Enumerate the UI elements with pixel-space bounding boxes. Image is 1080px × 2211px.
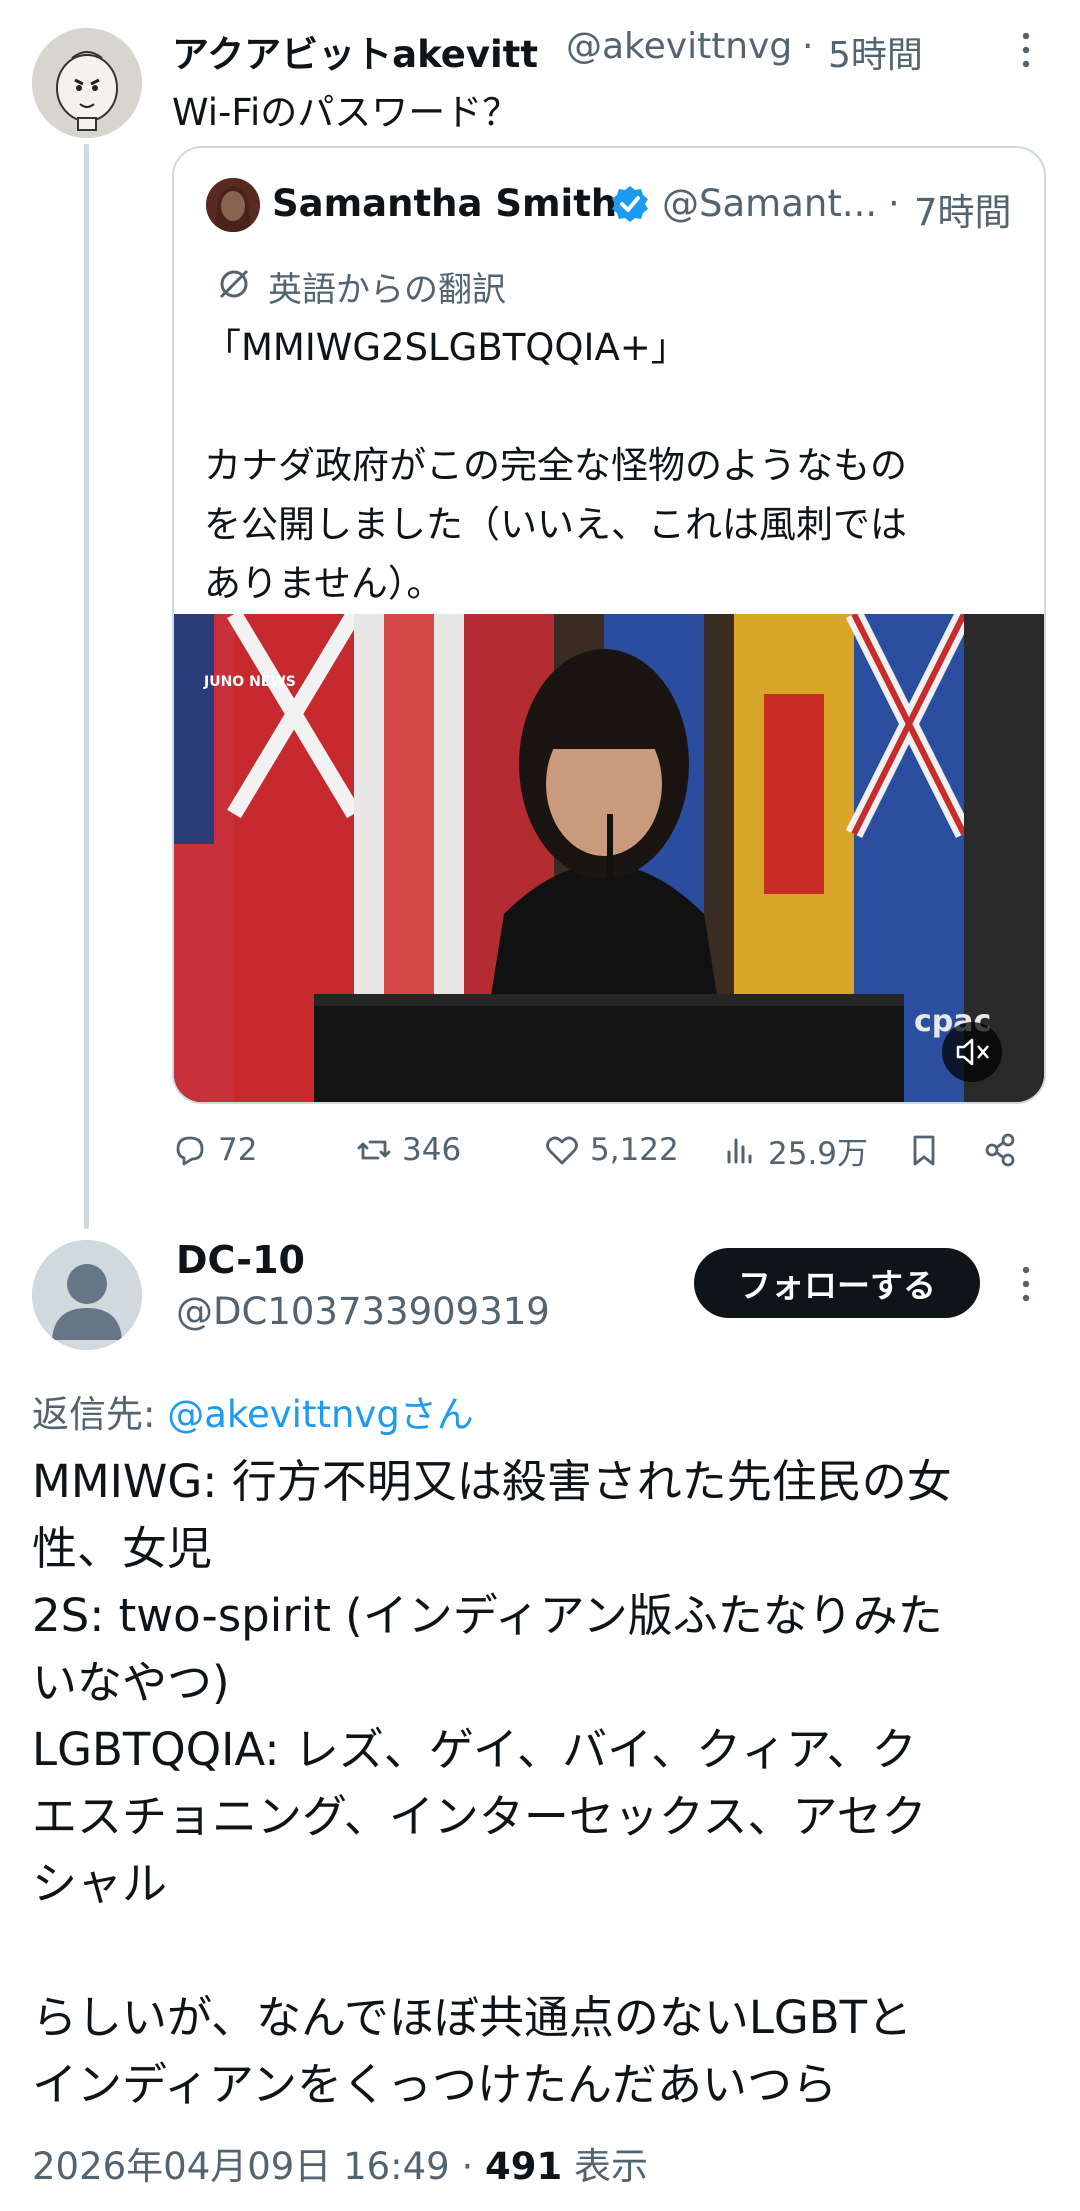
tweet-timestamp[interactable]: 2026年04月09日 16:49 xyxy=(32,2145,450,2188)
bookmark-icon xyxy=(913,1135,935,1166)
repost-button[interactable]: 346 xyxy=(354,1128,461,1172)
heart-icon xyxy=(546,1136,578,1165)
repost-icon xyxy=(357,1140,391,1160)
user-avatar-akevitt[interactable] xyxy=(32,28,142,138)
reply-text-line: らしいが、なんでほぼ共通点のないLGBTと xyxy=(32,1991,913,2044)
reply-to-line: 返信先: @akevittnvgさん xyxy=(32,1384,474,1438)
video-player[interactable]: JUNO NEWS cpac xyxy=(174,614,1044,1102)
view-count-number: 491 xyxy=(485,2145,563,2188)
reply-text-line: MMIWG: 行方不明又は殺害された先住民の女 xyxy=(32,1455,952,1508)
views-button[interactable]: 25.9万 xyxy=(720,1128,868,1172)
tweet-text: Wi-Fiのパスワード？ xyxy=(172,91,520,134)
user-handle[interactable]: @akevittnvg xyxy=(566,26,792,67)
reply-text-line: シャル xyxy=(32,1857,168,1910)
follow-button[interactable]: フォローする xyxy=(694,1248,980,1318)
tweet-metadata: 2026年04月09日 16:49 · 491 表示 xyxy=(32,2136,648,2190)
quoted-text-line: ありません）。 xyxy=(204,562,444,605)
share-button[interactable] xyxy=(980,1128,1020,1172)
separator-dot: · xyxy=(461,2145,474,2188)
view-count: 25.9万 xyxy=(768,1135,869,1172)
quoted-tweet-text: 「MMIWG2SLGBTQQIA+」 カナダ政府がこの完全な怪物のようなもの を… xyxy=(204,318,1024,613)
juno-news-watermark: JUNO NEWS xyxy=(204,674,296,690)
quoted-tweet-card[interactable]: Samantha Smith @Samant... · 7時間 英語からの翻訳 … xyxy=(172,146,1046,1104)
reply-text-line: 2S: two-spirit (インディアン版ふたなりみた xyxy=(32,1589,943,1642)
separator-dot: · xyxy=(802,26,814,67)
quoted-text-line: カナダ政府がこの完全な怪物のようなもの xyxy=(204,444,907,487)
reply-text-line: いなやつ) xyxy=(32,1656,230,1709)
reply-text-line: LGBTQQIA: レズ、ゲイ、バイ、クィア、ク xyxy=(32,1723,917,1776)
bookmark-button[interactable] xyxy=(904,1128,944,1172)
reply-button[interactable]: 72 xyxy=(170,1128,257,1172)
quoted-text-line: 「MMIWG2SLGBTQQIA+」 xyxy=(204,326,688,369)
reply-icon xyxy=(176,1136,204,1166)
reply-tweet-text: MMIWG: 行方不明又は殺害された先住民の女 性、女児 2S: two-spi… xyxy=(32,1448,1052,2118)
view-label: 表示 xyxy=(574,2145,649,2188)
reply-text-line: 性、女児 xyxy=(32,1522,213,1575)
reply-text-line xyxy=(32,1917,1052,1984)
views-chart-icon xyxy=(727,1138,752,1164)
thread-connector-line xyxy=(84,144,89,1229)
share-icon xyxy=(985,1133,1015,1167)
more-options-icon[interactable] xyxy=(1016,1264,1036,1304)
quoted-user-handle[interactable]: @Samant... xyxy=(662,182,877,225)
reply-text-line: エスチョニング、インターセックス、アセク xyxy=(32,1790,927,1843)
translate-icon xyxy=(216,266,252,302)
display-name[interactable]: アクアビットakevitt xyxy=(172,24,538,78)
quoted-text-line: を公開しました（いいえ、これは風刺では xyxy=(204,503,907,546)
reply-count: 72 xyxy=(218,1132,258,1168)
user-avatar-default[interactable] xyxy=(32,1240,142,1350)
reply-to-prefix: 返信先: xyxy=(32,1393,168,1436)
reply-to-user-link[interactable]: @akevittnvgさん xyxy=(167,1393,474,1436)
speaker-muted-icon[interactable] xyxy=(942,1022,1002,1082)
quoted-user-avatar[interactable] xyxy=(206,178,260,232)
more-options-icon[interactable] xyxy=(1016,30,1036,70)
reply-user-handle[interactable]: @DC103733909319 xyxy=(176,1290,550,1333)
like-button[interactable]: 5,122 xyxy=(542,1128,679,1172)
like-count: 5,122 xyxy=(590,1132,679,1168)
translation-label[interactable]: 英語からの翻訳 xyxy=(268,262,506,311)
quoted-text-line xyxy=(204,377,1024,436)
verified-badge-icon xyxy=(610,184,650,224)
reply-display-name[interactable]: DC-10 xyxy=(176,1238,305,1282)
tweet-time[interactable]: 5時間 xyxy=(828,26,923,78)
separator-dot: · xyxy=(888,182,900,225)
repost-count: 346 xyxy=(402,1132,462,1168)
quoted-tweet-time[interactable]: 7時間 xyxy=(914,182,1012,236)
quoted-display-name[interactable]: Samantha Smith xyxy=(272,182,617,225)
reply-text-line: インディアンをくっつけたんだあいつら xyxy=(32,2058,838,2111)
